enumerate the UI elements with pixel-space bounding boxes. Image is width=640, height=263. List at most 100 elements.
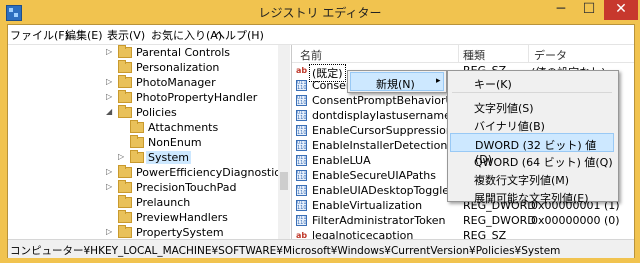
column-divider[interactable] [528, 45, 529, 62]
value-name: dontdisplaylastusername [312, 109, 451, 122]
folder-icon [130, 150, 144, 163]
maximize-button[interactable]: ☐ [576, 0, 602, 20]
binary-value-icon [296, 170, 307, 181]
value-row[interactable]: ab legalnoticecaption REG_SZ [292, 228, 634, 239]
submenu-key[interactable]: キー(K) [450, 73, 614, 92]
menu-bar: ファイル(F) 編集(E) 表示(V) お気に入り(A) ヘルプ(H) [8, 25, 634, 45]
binary-value-icon [296, 185, 307, 196]
window-title: レジストリ エディター [258, 6, 382, 20]
binary-value-icon [296, 215, 307, 226]
tree-item[interactable]: Prelaunch [8, 195, 278, 210]
menu-edit[interactable]: 編集(E) [65, 27, 103, 43]
folder-icon [118, 165, 132, 178]
tree-scroll-thumb[interactable] [280, 172, 288, 190]
minimize-button[interactable]: ─ [548, 0, 574, 20]
submenu-item-label: バイナリ値(B) [474, 120, 545, 133]
close-button[interactable]: ✕ [604, 0, 638, 20]
string-value-icon: ab [296, 231, 308, 239]
expand-arrow-icon[interactable]: ▷ [106, 182, 114, 192]
context-menu: 新規(N) ▸ [347, 70, 447, 93]
submenu-string-value[interactable]: 文字列値(S) [450, 97, 614, 116]
context-menu-new[interactable]: 新規(N) ▸ [350, 72, 444, 91]
value-name: EnableSecureUIAPaths [312, 169, 437, 182]
collapse-arrow-icon[interactable]: ◢ [106, 107, 114, 117]
folder-icon [118, 90, 132, 103]
expand-arrow-icon[interactable]: ▷ [106, 92, 114, 102]
expand-arrow-icon[interactable]: ▷ [106, 167, 114, 177]
menu-view[interactable]: 表示(V) [107, 27, 145, 43]
tree-item[interactable]: Attachments [8, 120, 278, 135]
column-header-type[interactable]: 種類 [463, 47, 485, 63]
value-row[interactable]: FilterAdministratorToken REG_DWORD0x00000… [292, 213, 634, 228]
tree-item[interactable]: PreviewHandlers [8, 210, 278, 225]
tree-item-label: PreviewHandlers [136, 211, 228, 224]
tree-item-label: Policies [136, 106, 177, 119]
submenu-item-label: キー(K) [474, 78, 512, 91]
column-divider[interactable] [458, 45, 459, 62]
tree-item[interactable]: ◢ Policies [8, 105, 278, 120]
context-menu-new-label: 新規(N) [376, 78, 415, 91]
string-value-icon: ab [296, 66, 308, 75]
expand-arrow-icon[interactable]: ▷ [106, 227, 114, 237]
tree-item[interactable]: ▷ System [8, 150, 278, 165]
tree-item[interactable]: ▷ PrecisionTouchPad [8, 180, 278, 195]
value-name: EnableCursorSuppression [312, 124, 453, 137]
value-name: legalnoticecaption [312, 229, 414, 239]
submenu-expandable-string-value[interactable]: 展開可能な文字列値(E) [450, 187, 614, 206]
submenu-binary-value[interactable]: バイナリ値(B) [450, 115, 614, 134]
expand-arrow-icon[interactable]: ▷ [106, 77, 114, 87]
binary-value-icon [296, 200, 307, 211]
folder-icon [118, 210, 132, 223]
submenu-separator [452, 92, 612, 93]
tree-item[interactable]: ▷ Parental Controls [8, 45, 278, 60]
submenu-arrow-icon: ▸ [436, 76, 441, 86]
registry-editor-window: レジストリ エディター ─ ☐ ✕ ファイル(F) 編集(E) 表示(V) お気… [0, 0, 640, 263]
folder-icon [118, 180, 132, 193]
value-name: EnableInstallerDetection [312, 139, 448, 152]
folder-icon [118, 195, 132, 208]
submenu-multi-string-value[interactable]: 複数行文字列値(M) [450, 169, 614, 188]
tree-item[interactable]: ▷ PowerEfficiencyDiagnostics [8, 165, 286, 180]
folder-icon [118, 75, 132, 88]
tree-item-label: PrecisionTouchPad [136, 181, 237, 194]
binary-value-icon [296, 110, 307, 121]
submenu-item-label: QWORD (64 ビット) 値(Q) [474, 156, 613, 169]
expand-arrow-icon[interactable]: ▷ [106, 47, 114, 57]
tree-item-label: Prelaunch [136, 196, 191, 209]
folder-icon [118, 105, 132, 118]
status-path: コンピューター¥HKEY_LOCAL_MACHINE¥SOFTWARE¥Micr… [10, 245, 561, 257]
submenu-dword-value[interactable]: DWORD (32 ビット) 値(D) [450, 133, 614, 166]
tree-item-label: Parental Controls [136, 46, 230, 59]
column-header-name[interactable]: 名前 [300, 47, 322, 63]
tree-item[interactable]: ▷ PhotoManager [8, 75, 278, 90]
menu-favorites[interactable]: お気に入り(A) [151, 27, 222, 43]
tree-vertical-scrollbar[interactable] [278, 45, 290, 239]
submenu-qword-value[interactable]: QWORD (64 ビット) 値(Q) [450, 151, 614, 170]
key-tree-pane[interactable]: ▷ Parental Controls Personalization ▷ PhotoM… [8, 45, 292, 239]
title-bar[interactable]: レジストリ エディター ─ ☐ ✕ [0, 0, 640, 24]
menu-file[interactable]: ファイル(F) [10, 27, 69, 43]
binary-value-icon [296, 80, 307, 91]
submenu-item-label: 複数行文字列値(M) [474, 174, 570, 187]
tree-item-label: PowerEfficiencyDiagnostics [136, 166, 287, 179]
tree-item-label: System [146, 151, 192, 164]
binary-value-icon [296, 155, 307, 166]
folder-icon [130, 120, 144, 133]
tree-item[interactable]: Personalization [8, 60, 278, 75]
tree-item[interactable]: ▷ PhotoPropertyHandler [8, 90, 278, 105]
folder-icon [130, 135, 144, 148]
folder-icon [118, 60, 132, 73]
value-data: 0x00000000 (0) [531, 214, 620, 227]
menu-help[interactable]: ヘルプ(H) [214, 27, 264, 43]
value-name: EnableUIADesktopToggle [312, 184, 450, 197]
expand-arrow-icon[interactable]: ▷ [118, 152, 126, 162]
binary-value-icon [296, 95, 307, 106]
status-bar: コンピューター¥HKEY_LOCAL_MACHINE¥SOFTWARE¥Micr… [8, 239, 634, 258]
value-type: REG_DWORD [463, 214, 536, 227]
value-name: EnableLUA [312, 154, 371, 167]
submenu-item-label: 展開可能な文字列値(E) [474, 192, 589, 205]
tree-item[interactable]: NonEnum [8, 135, 278, 150]
column-header-data[interactable]: データ [534, 47, 567, 63]
value-name: FilterAdministratorToken [312, 214, 446, 227]
tree-item[interactable]: ▷ PropertySystem [8, 225, 278, 239]
